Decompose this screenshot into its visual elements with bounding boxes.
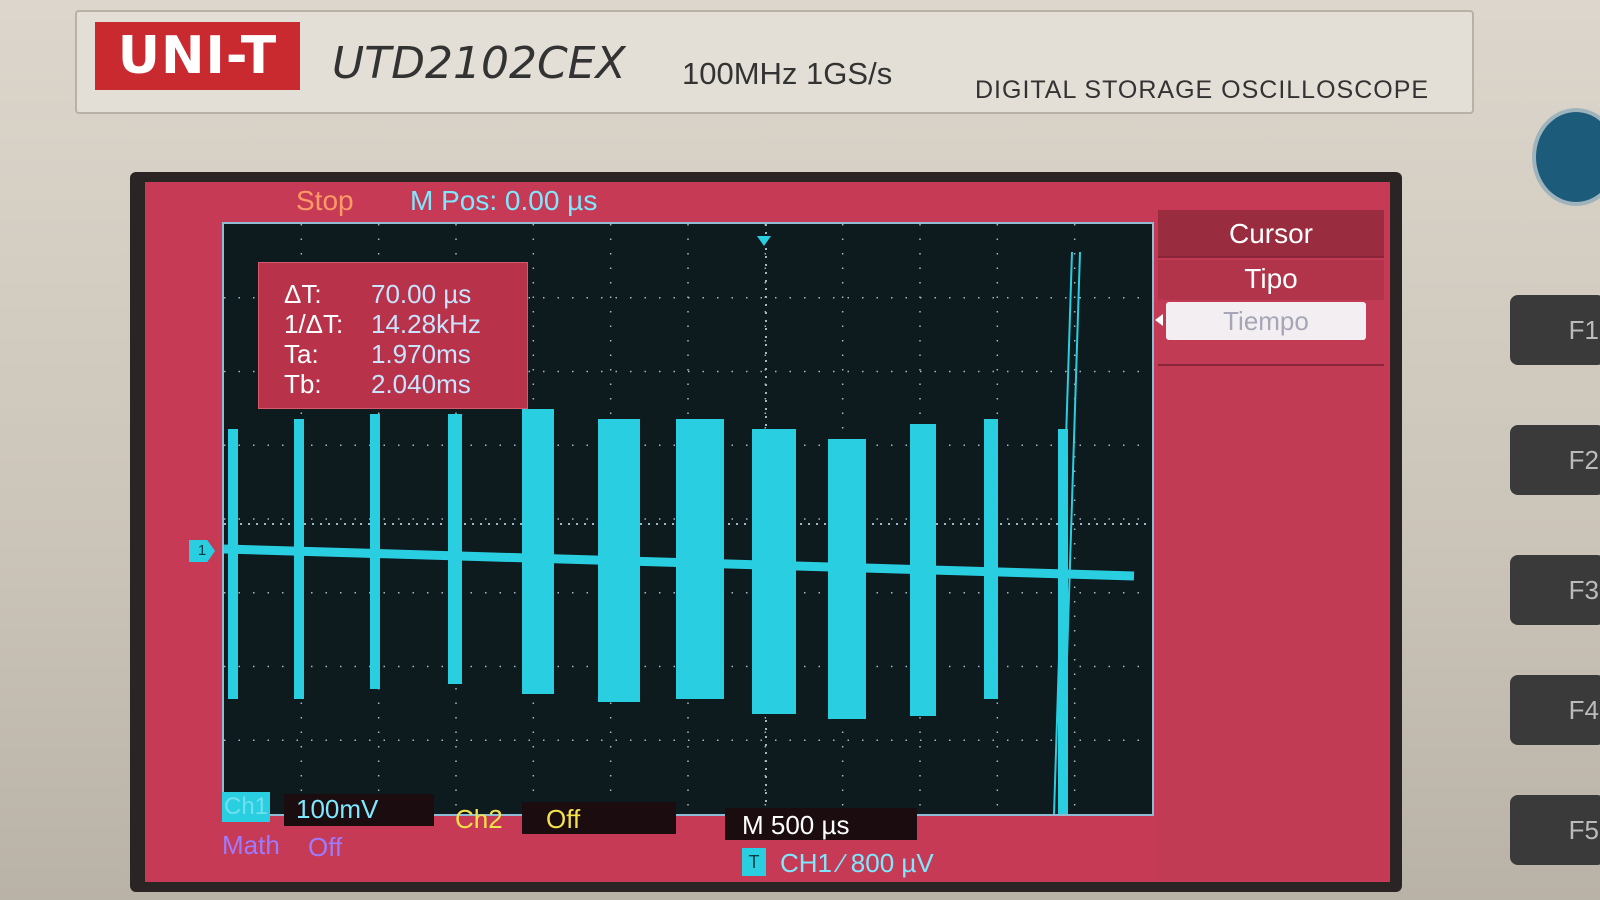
softkey-f1[interactable]: F1 <box>1510 295 1600 365</box>
softkey-f5[interactable]: F5 <box>1510 795 1600 865</box>
inverse-delta-t-label: 1/ΔT: <box>284 309 344 339</box>
brand-logo: UNI-T <box>95 22 300 90</box>
menu-title: Cursor <box>1158 210 1384 256</box>
ta-value: 1.970ms <box>371 339 471 369</box>
run-state: Stop <box>296 185 354 216</box>
math-label[interactable]: Math <box>222 830 280 861</box>
device-kind: DIGITAL STORAGE OSCILLOSCOPE <box>975 76 1430 104</box>
trace-burst <box>910 424 936 716</box>
math-state: Off <box>308 832 343 862</box>
trigger-info: CH1 ∕ 800 µV <box>780 848 934 878</box>
trace-burst <box>370 414 380 689</box>
trace-burst <box>522 409 554 694</box>
softkey-f3[interactable]: F3 <box>1510 555 1600 625</box>
menu-divider <box>1158 256 1384 258</box>
trace-burst <box>676 419 724 699</box>
ch2-state: Off <box>546 804 581 834</box>
ch1-tag[interactable]: Ch1 <box>222 792 270 822</box>
ch1-scale: 100mV <box>296 794 379 824</box>
cursor-readout: ΔT: 70.00 µs 1/ΔT: 14.28kHz Ta: 1.970ms … <box>258 262 528 409</box>
trace-burst <box>984 419 998 699</box>
trigger-position-marker <box>757 236 771 246</box>
horizontal-position: M Pos: 0.00 µs <box>410 185 598 216</box>
softkey-f4[interactable]: F4 <box>1510 675 1600 745</box>
menu-type-label: Tipo <box>1158 260 1384 300</box>
trace-burst <box>294 419 304 699</box>
ta-label: Ta: <box>284 339 319 369</box>
menu-select-arrow-icon <box>1155 314 1163 326</box>
trace-burst <box>228 429 238 699</box>
timebase-value: M 500 µs <box>742 810 850 840</box>
tb-label: Tb: <box>284 369 322 399</box>
menu-divider <box>1158 364 1384 366</box>
trigger-badge: T <box>742 848 766 876</box>
tb-value: 2.040ms <box>371 369 471 399</box>
trace-burst <box>598 419 640 702</box>
spec-text: 100MHz 1GS/s <box>682 56 893 91</box>
delta-t-label: ΔT: <box>284 279 322 309</box>
delta-t-value: 70.00 µs <box>371 279 472 309</box>
trace-burst <box>752 429 796 714</box>
trace-burst <box>828 439 866 719</box>
model-name: UTD2102CEX <box>332 38 626 89</box>
trace-burst <box>448 414 462 684</box>
ch2-label[interactable]: Ch2 <box>455 804 503 835</box>
menu-type-option[interactable]: Tiempo <box>1166 302 1366 340</box>
softkey-f2[interactable]: F2 <box>1510 425 1600 495</box>
inverse-delta-t-value: 14.28kHz <box>371 309 481 339</box>
